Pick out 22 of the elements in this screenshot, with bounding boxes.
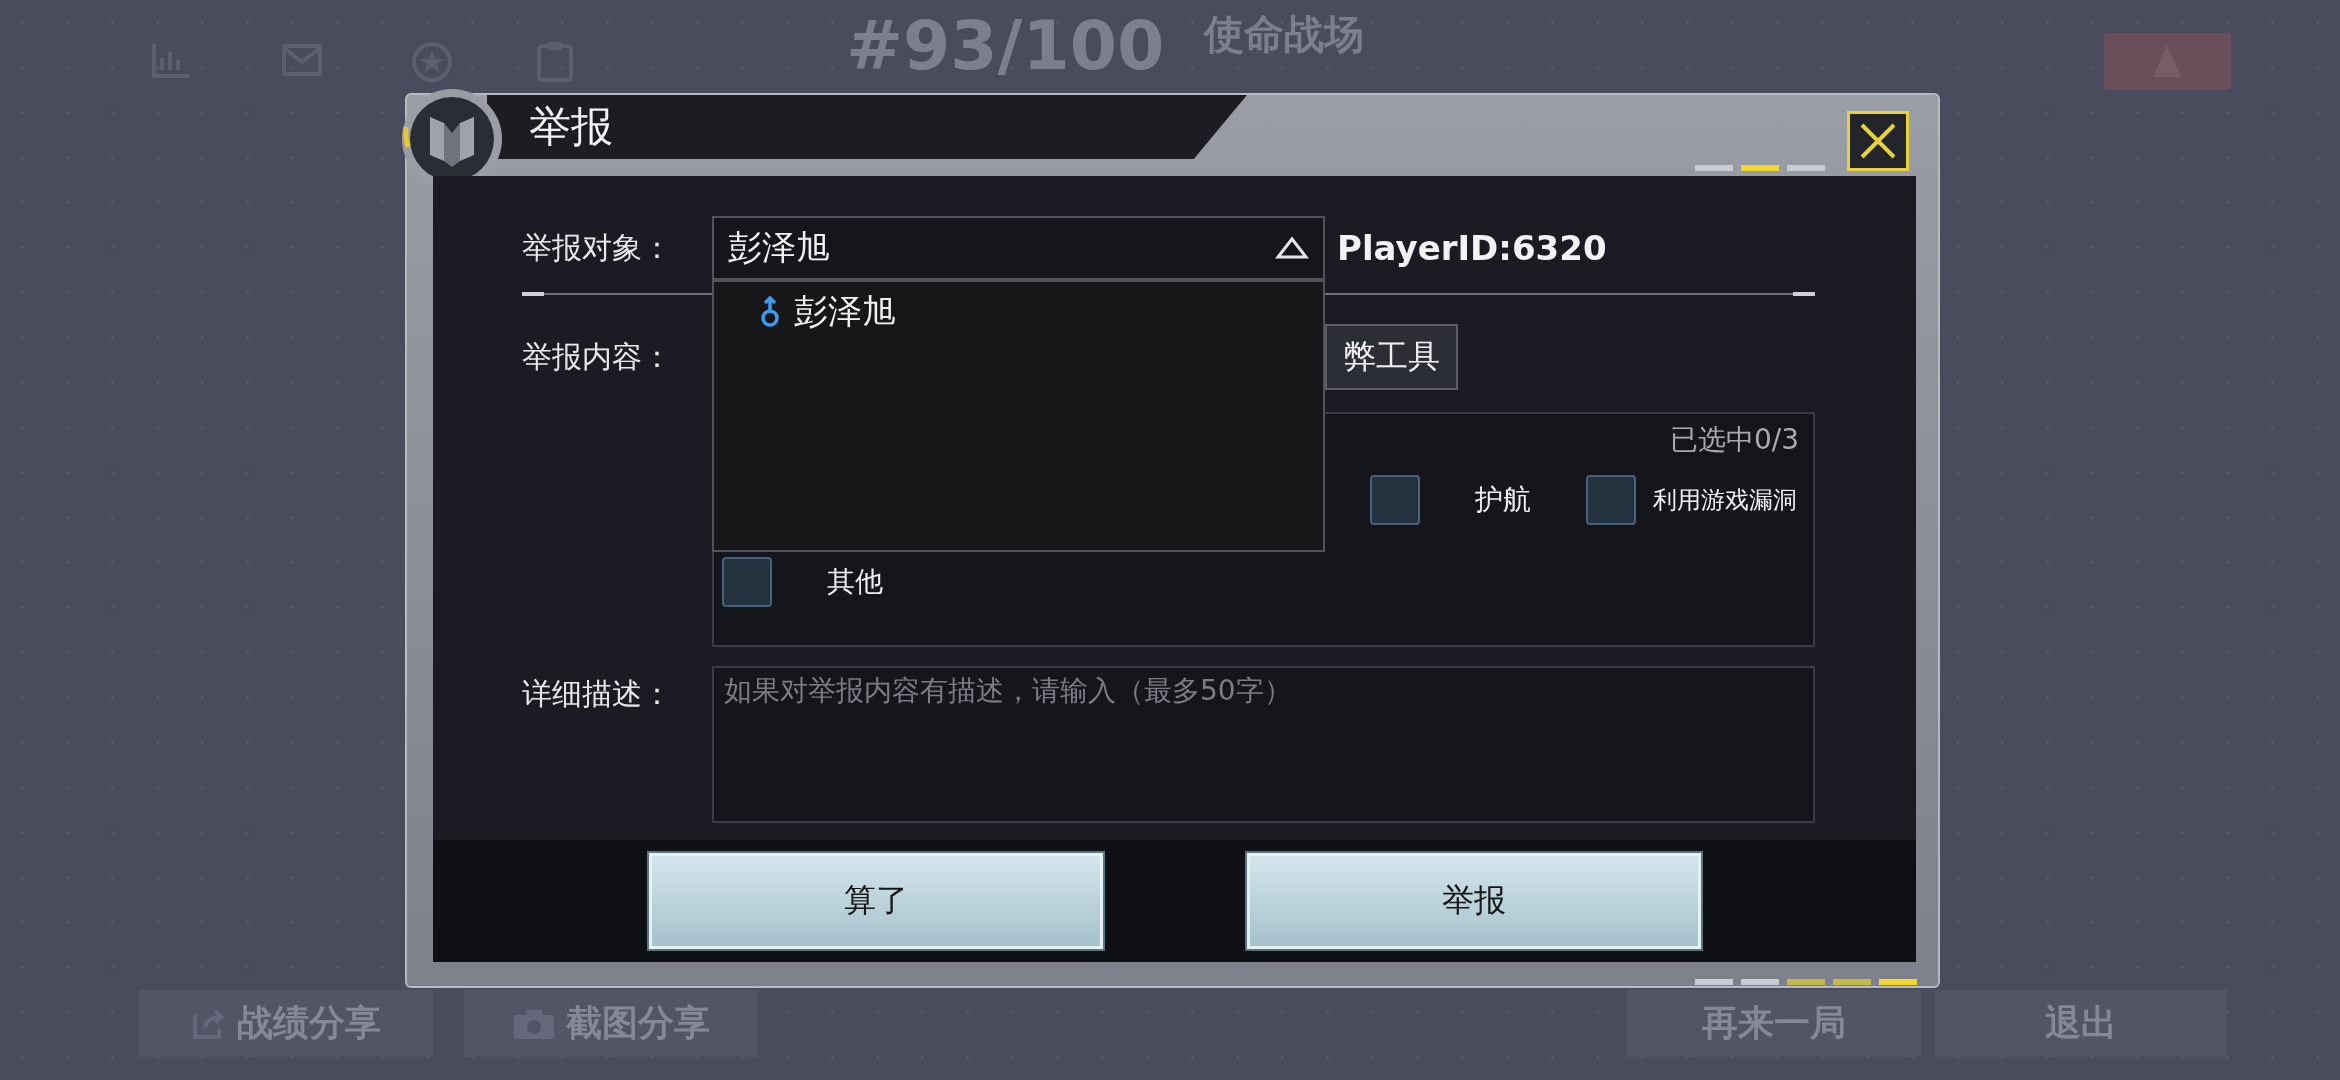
content-label: 举报内容：	[522, 337, 673, 376]
player-id: PlayerID:6320	[1337, 228, 1607, 268]
close-button[interactable]	[1847, 111, 1909, 171]
checkbox[interactable]	[1370, 475, 1420, 525]
warning-icon[interactable]	[2104, 33, 2231, 90]
checkbox[interactable]	[1586, 475, 1636, 525]
option-label: 利用游戏漏洞	[1651, 485, 1798, 516]
option-label: 护航	[1474, 482, 1532, 518]
action-button[interactable]: 举报	[1246, 853, 1701, 949]
caret-icon	[1275, 236, 1309, 260]
player-select[interactable]: 彭泽旭	[712, 216, 1325, 280]
category-tab[interactable]: 弊工具	[1325, 324, 1458, 390]
checkbox[interactable]	[722, 557, 772, 607]
male-icon	[758, 295, 782, 329]
option-label: 其他	[826, 564, 884, 600]
action-button[interactable]: 算了	[648, 853, 1103, 949]
target-label: 举报对象：	[522, 228, 673, 267]
dropdown-option[interactable]: 彭泽旭	[714, 282, 940, 342]
selected-count: 已选中0/3	[1669, 422, 1799, 458]
dialog-title: 举报	[529, 103, 613, 151]
description-field[interactable]: 如果对举报内容有描述，请输入（最多50字）	[712, 666, 1815, 823]
description-label: 详细描述：	[522, 675, 673, 713]
